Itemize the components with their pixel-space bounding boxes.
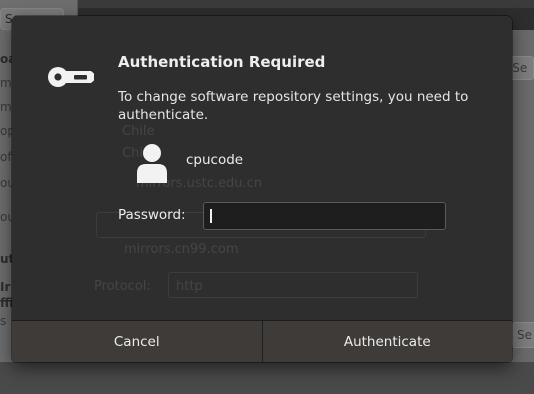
- username-label: cpucode: [186, 152, 244, 168]
- password-label: Password:: [118, 207, 186, 223]
- background-bottom-bar: [0, 362, 534, 394]
- dialog-message: To change software repository settings, …: [118, 89, 469, 123]
- text-cursor: [210, 209, 212, 223]
- user-avatar-icon: [134, 143, 170, 185]
- ghost-text: Chile: [122, 124, 155, 139]
- ghost-text: Protocol:: [94, 279, 151, 294]
- background-button-fragment: Se: [512, 322, 534, 348]
- dialog-body: Chile Chi mirrors.ustc.edu.cn mirrors.cn…: [12, 16, 512, 320]
- authentication-dialog: Chile Chi mirrors.ustc.edu.cn mirrors.cn…: [12, 16, 512, 362]
- ghost-text: mirrors.cn99.com: [124, 242, 239, 257]
- key-icon: [46, 62, 96, 92]
- dialog-button-row: Cancel Authenticate: [12, 320, 512, 362]
- cancel-button[interactable]: Cancel: [12, 321, 262, 362]
- dialog-title: Authentication Required: [118, 53, 326, 71]
- ghost-field: [168, 272, 418, 298]
- password-field[interactable]: [203, 202, 446, 230]
- authenticate-button[interactable]: Authenticate: [261, 321, 512, 362]
